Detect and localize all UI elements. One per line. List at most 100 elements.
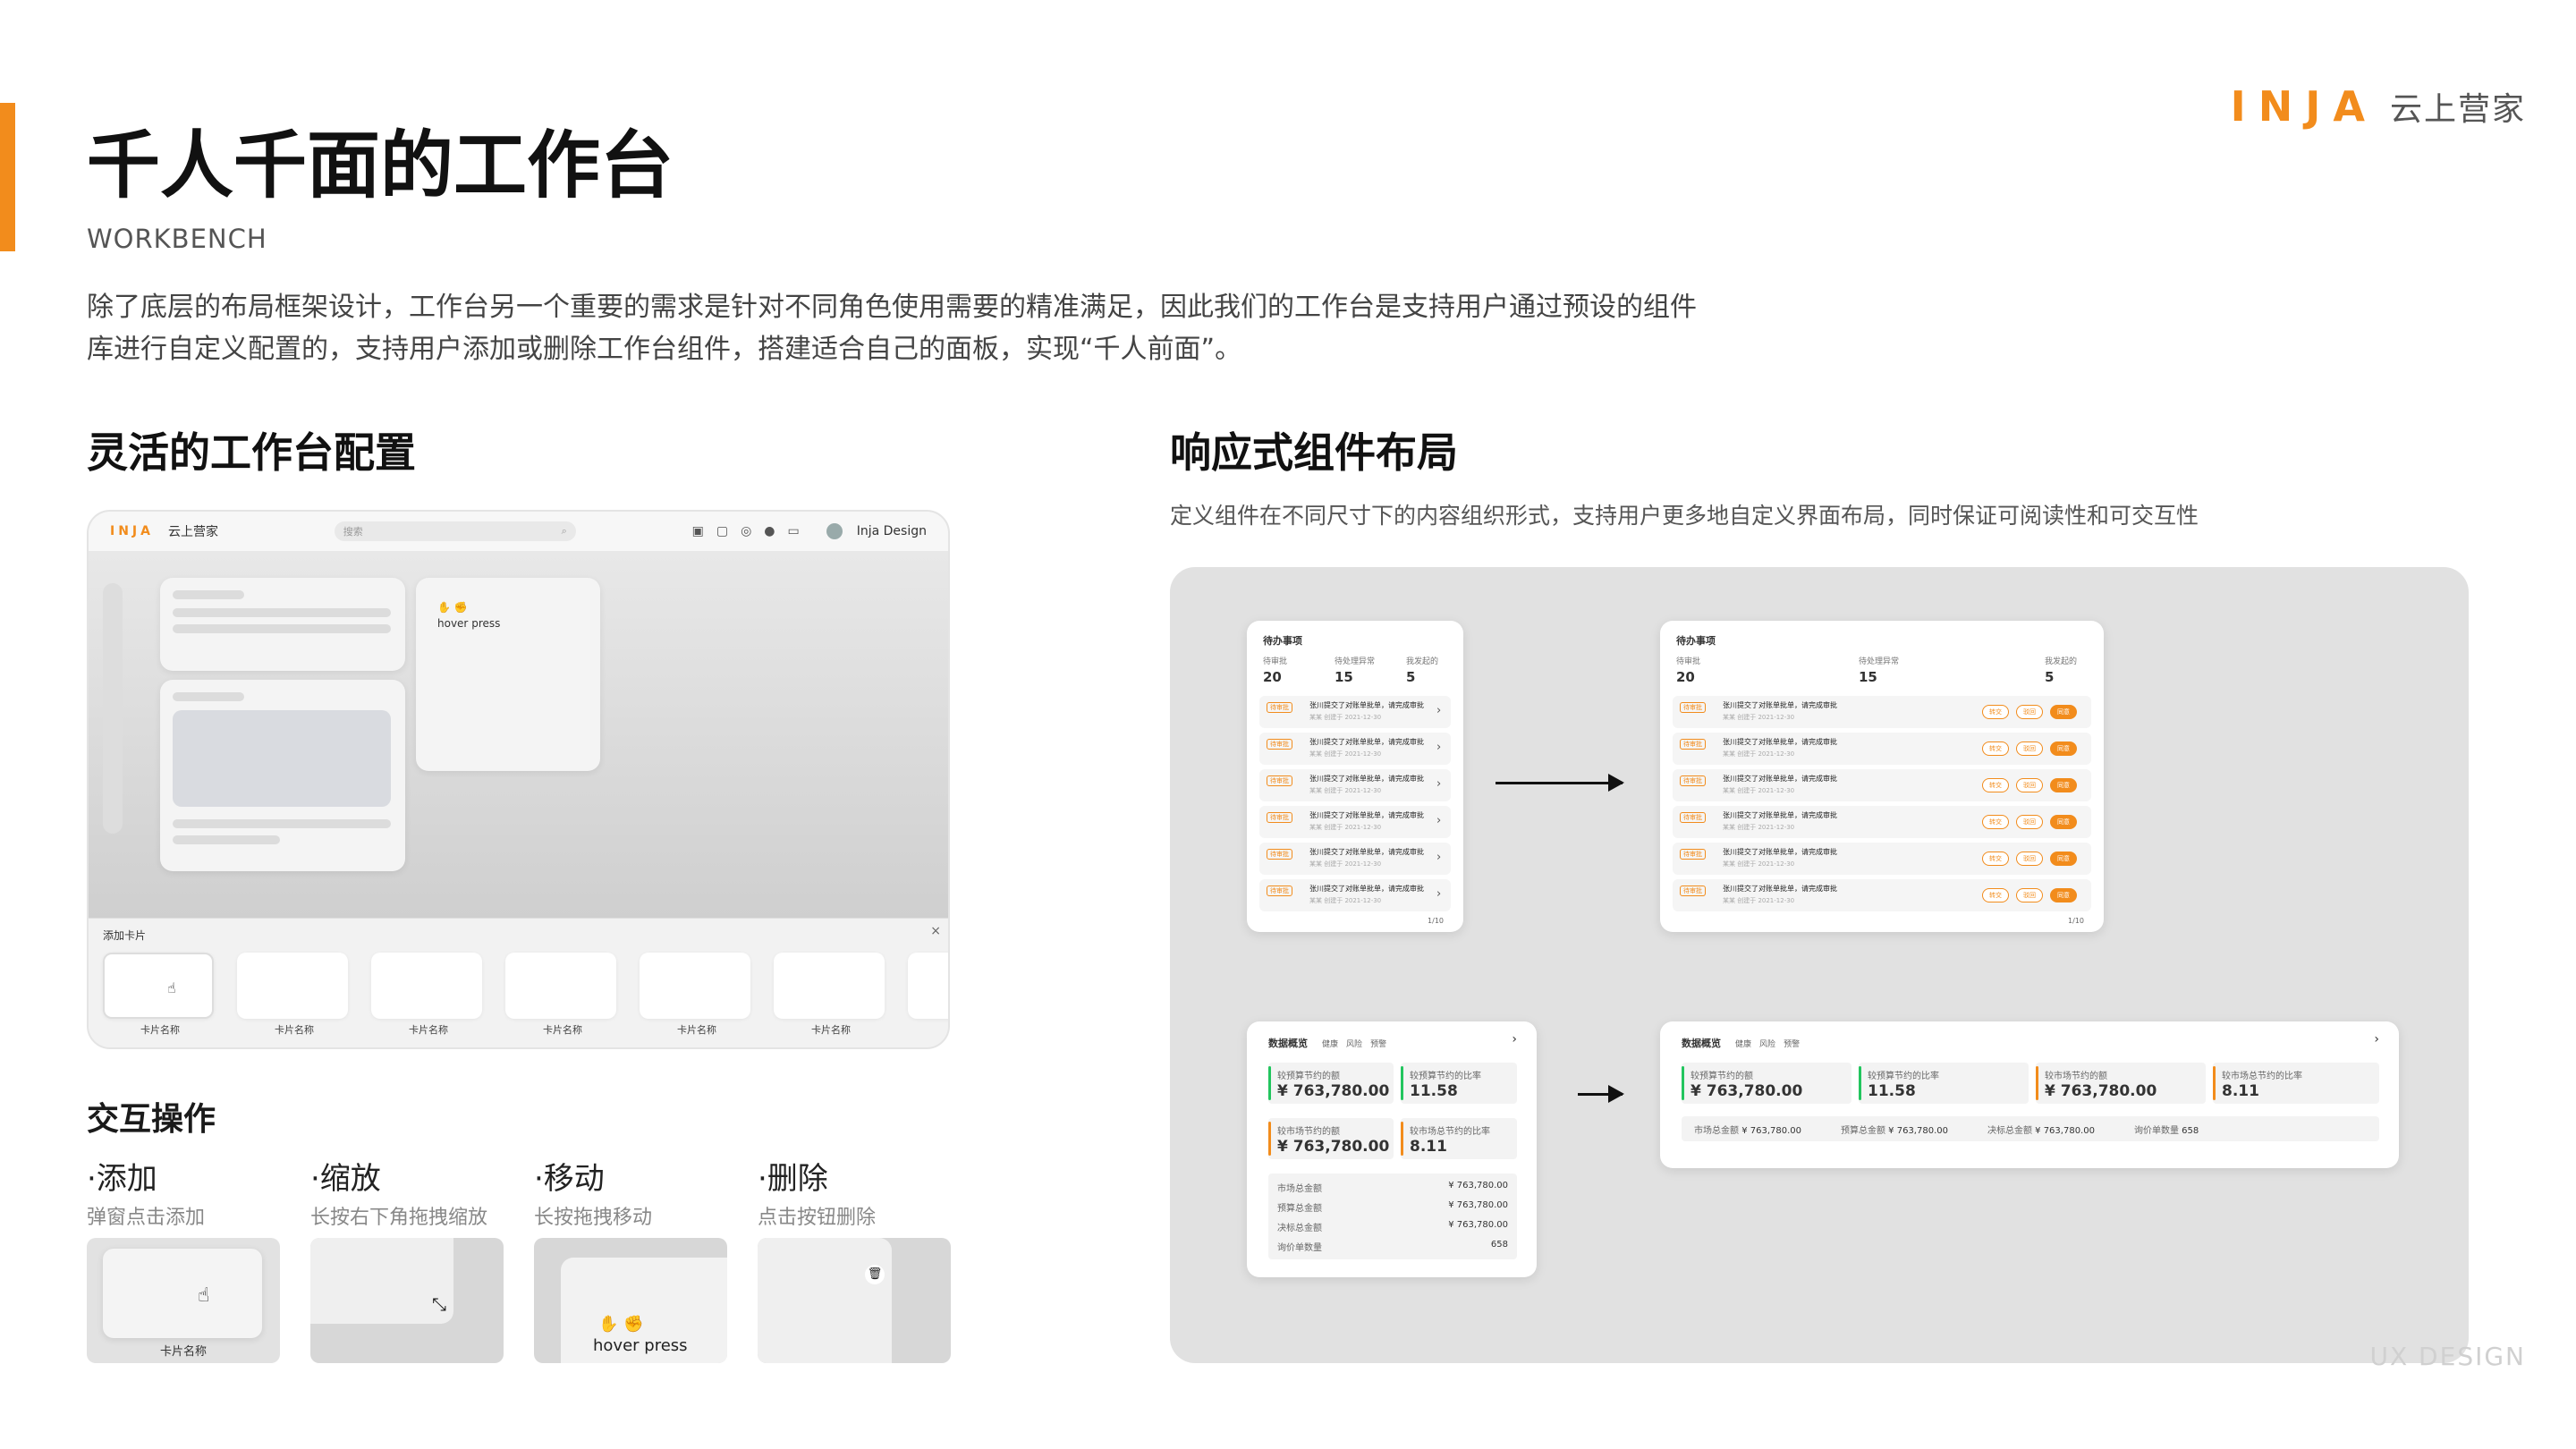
add-card-tray: 添加卡片 × ☝ 卡片名称 卡片名称 卡片名称 卡片名称 卡片名称 卡片名称 [89, 918, 948, 1047]
row-action-button[interactable]: 驳回 [2016, 741, 2043, 756]
row-action-button[interactable]: 同意 [2050, 705, 2077, 719]
mock-user-name[interactable]: Inja Design [857, 524, 927, 538]
interaction-heading: 交互操作 [87, 1101, 216, 1138]
row-action-button[interactable]: 转交 [1982, 815, 2009, 829]
arrow-right-icon [1578, 1085, 1624, 1103]
row-action-button[interactable]: 同意 [2050, 888, 2077, 902]
row-title: 张川提交了对账单批单，请完成审批 [1723, 811, 1837, 819]
row-title: 张川提交了对账单批单，请完成审批 [1309, 738, 1424, 746]
mock-logo: INJA [110, 524, 154, 538]
toolbar-icons[interactable]: ▣▢◎●▭ [692, 524, 812, 538]
overview-widget-small[interactable]: 数据概览 健康 风险 预警 › 较预算节约的额 ¥ 763,780.00 较预算节… [1247, 1021, 1537, 1277]
row-action-button[interactable]: 同意 [2050, 852, 2077, 866]
tray-card[interactable] [640, 953, 750, 1019]
tray-card[interactable] [371, 953, 482, 1019]
todo-row[interactable]: 待审批 张川提交了对账单批单，请完成审批 某某 创建于 2021-12-30 › [1259, 769, 1451, 801]
mock-widget-2[interactable] [160, 680, 405, 871]
row-action-button[interactable]: 转交 [1982, 778, 2009, 792]
hand-icon: ✋ ✊ [437, 601, 468, 614]
mock-search-input[interactable]: 搜索 ⌕ [334, 521, 576, 541]
op-delete-title: ·删除 [758, 1161, 828, 1197]
op-delete-desc: 点击按钮删除 [758, 1207, 877, 1229]
row-action-button[interactable]: 同意 [2050, 741, 2077, 756]
resize-icon: ⤡ [432, 1293, 446, 1315]
close-icon[interactable]: × [930, 924, 941, 938]
row-tag: 待审批 [1680, 702, 1706, 713]
op-add-title: ·添加 [87, 1161, 157, 1197]
mock-topbar: INJA 云上营家 搜索 ⌕ ▣▢◎●▭ Inja Design [89, 512, 948, 551]
row-subtitle: 某某 创建于 2021-12-30 [1723, 750, 1795, 758]
row-tag: 待审批 [1680, 886, 1706, 896]
todo-row[interactable]: 待审批 张川提交了对账单批单，请完成审批 某某 创建于 2021-12-30 转交 驳回… [1673, 696, 2091, 728]
row-action-button[interactable]: 驳回 [2016, 852, 2043, 866]
todo-row[interactable]: 待审批 张川提交了对账单批单，请完成审批 某某 创建于 2021-12-30 › [1259, 696, 1451, 728]
tray-card[interactable] [505, 953, 616, 1019]
row-subtitle: 某某 创建于 2021-12-30 [1309, 787, 1382, 794]
row-title: 张川提交了对账单批单，请完成审批 [1723, 738, 1837, 746]
avatar[interactable] [826, 523, 843, 539]
chevron-right-icon[interactable]: › [1436, 704, 1441, 717]
todo-row[interactable]: 待审批 张川提交了对账单批单，请完成审批 某某 创建于 2021-12-30 转交 驳回… [1673, 879, 2091, 911]
row-tag: 待审批 [1680, 812, 1706, 823]
section-heading-config: 灵活的工作台配置 [87, 428, 416, 477]
todo-row[interactable]: 待审批 张川提交了对账单批单，请完成审批 某某 创建于 2021-12-30 › [1259, 733, 1451, 765]
todo-widget-small[interactable]: 待办事项 待审批 待处理异常 我发起的 20 15 5 待审批 张川提交了对账单批… [1247, 621, 1463, 932]
chevron-right-icon[interactable]: › [1436, 851, 1441, 864]
row-title: 张川提交了对账单批单，请完成审批 [1309, 885, 1424, 893]
mock-widget-3[interactable]: ✋ ✊ hover press [416, 578, 600, 771]
op-resize-desc: 长按右下角拖拽缩放 [310, 1207, 488, 1229]
row-action-button[interactable]: 转交 [1982, 888, 2009, 902]
row-action-button[interactable]: 驳回 [2016, 705, 2043, 719]
chevron-right-icon[interactable]: › [1436, 814, 1441, 827]
watermark: UX DESIGN [2369, 1342, 2526, 1371]
row-subtitle: 某某 创建于 2021-12-30 [1309, 860, 1382, 868]
row-action-button[interactable]: 驳回 [2016, 888, 2043, 902]
todo-row[interactable]: 待审批 张川提交了对账单批单，请完成审批 某某 创建于 2021-12-30 转交 驳回… [1673, 733, 2091, 765]
tray-card-selected[interactable]: ☝ [103, 953, 214, 1019]
chevron-right-icon[interactable]: › [1436, 741, 1441, 754]
row-subtitle: 某某 创建于 2021-12-30 [1723, 860, 1795, 868]
row-action-button[interactable]: 转交 [1982, 705, 2009, 719]
chevron-right-icon[interactable]: › [1436, 777, 1441, 791]
tray-card-label: 卡片名称 [811, 1024, 851, 1036]
mock-widget-1[interactable] [160, 578, 405, 671]
row-title: 张川提交了对账单批单，请完成审批 [1723, 775, 1837, 783]
workbench-mock: INJA 云上营家 搜索 ⌕ ▣▢◎●▭ Inja Design ✋ ✊ hove… [87, 510, 950, 1049]
todo-row[interactable]: 待审批 张川提交了对账单批单，请完成审批 某某 创建于 2021-12-30 › [1259, 843, 1451, 875]
row-action-button[interactable]: 转交 [1982, 741, 2009, 756]
todo-row[interactable]: 待审批 张川提交了对账单批单，请完成审批 某某 创建于 2021-12-30 › [1259, 806, 1451, 838]
op-resize-title: ·缩放 [310, 1161, 381, 1197]
tray-card-label: 卡片名称 [275, 1024, 314, 1036]
row-action-button[interactable]: 同意 [2050, 815, 2077, 829]
row-tag: 待审批 [1267, 775, 1292, 786]
accent-bar [0, 103, 15, 251]
row-action-button[interactable]: 同意 [2050, 778, 2077, 792]
row-tag: 待审批 [1267, 886, 1292, 896]
chevron-right-icon[interactable]: › [1436, 887, 1441, 901]
tray-card-label: 卡片名称 [543, 1024, 582, 1036]
row-subtitle: 某某 创建于 2021-12-30 [1723, 714, 1795, 721]
overview-widget-large[interactable]: 数据概览 健康 风险 预警 › 较预算节约的额 ¥ 763,780.00 较预算节… [1660, 1021, 2399, 1168]
tray-title: 添加卡片 [103, 929, 147, 942]
mock-sidebar[interactable] [103, 583, 123, 834]
row-subtitle: 某某 创建于 2021-12-30 [1723, 787, 1795, 794]
row-subtitle: 某某 创建于 2021-12-30 [1309, 714, 1382, 721]
todo-row[interactable]: 待审批 张川提交了对账单批单，请完成审批 某某 创建于 2021-12-30 转交 驳回… [1673, 843, 2091, 875]
responsive-panel: 待办事项 待审批 待处理异常 我发起的 20 15 5 待审批 张川提交了对账单批… [1170, 567, 2469, 1363]
todo-row[interactable]: 待审批 张川提交了对账单批单，请完成审批 某某 创建于 2021-12-30 转交 驳回… [1673, 769, 2091, 801]
op-move-desc: 长按拖拽移动 [534, 1207, 653, 1229]
row-tag: 待审批 [1267, 849, 1292, 860]
tray-card[interactable] [774, 953, 885, 1019]
row-action-button[interactable]: 驳回 [2016, 778, 2043, 792]
arrow-right-icon [1496, 774, 1624, 792]
brand-mark: INJA [2230, 82, 2377, 131]
tray-card[interactable] [908, 953, 948, 1019]
row-action-button[interactable]: 驳回 [2016, 815, 2043, 829]
todo-row[interactable]: 待审批 张川提交了对账单批单，请完成审批 某某 创建于 2021-12-30 转交 驳回… [1673, 806, 2091, 838]
tray-card[interactable] [237, 953, 348, 1019]
row-action-button[interactable]: 转交 [1982, 852, 2009, 866]
todo-widget-large[interactable]: 待办事项 待审批 待处理异常 我发起的 20 15 5 待审批 张川提交了对账单批… [1660, 621, 2104, 932]
row-title: 张川提交了对账单批单，请完成审批 [1309, 811, 1424, 819]
op-delete-image: 🗑 [758, 1238, 951, 1363]
todo-row[interactable]: 待审批 张川提交了对账单批单，请完成审批 某某 创建于 2021-12-30 › [1259, 879, 1451, 911]
